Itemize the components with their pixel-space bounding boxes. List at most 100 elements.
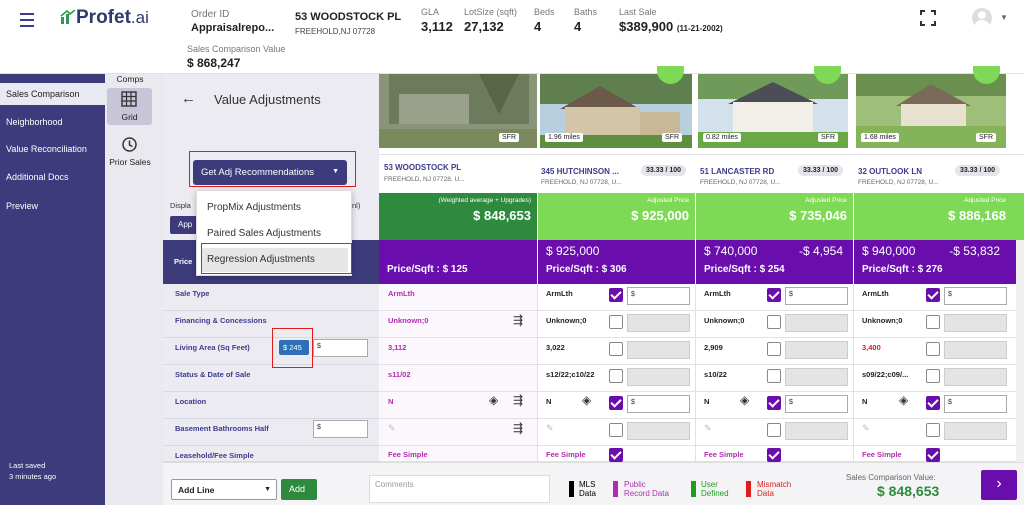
comp2-sale-type-checkbox[interactable] bbox=[767, 288, 781, 302]
comp2-adjusted-price: Adjusted Price $ 735,046 bbox=[695, 193, 853, 240]
sidebar-item-sales-comparison[interactable]: Sales Comparison bbox=[0, 83, 105, 105]
comp3-sale-type-input[interactable]: $ bbox=[944, 287, 1007, 305]
add-line-select[interactable]: Add Line ▼ bbox=[171, 479, 277, 500]
address-line1: 53 WOODSTOCK PL bbox=[295, 11, 402, 23]
comp1-status-checkbox[interactable] bbox=[609, 369, 623, 383]
comp3-leasehold-checkbox[interactable] bbox=[926, 448, 940, 462]
chevron-down-icon[interactable]: ▼ bbox=[1000, 13, 1008, 22]
living-area-adj-input[interactable]: $ bbox=[313, 339, 368, 357]
comp1-financing-checkbox[interactable] bbox=[609, 315, 623, 329]
comp3-status-checkbox[interactable] bbox=[926, 369, 940, 383]
comp3-score: 33.33 / 100 bbox=[955, 165, 1001, 176]
sidebar-item-value-reconciliation[interactable]: Value Reconciliation bbox=[0, 138, 105, 160]
footer-scv-label: Sales Comparison Value: bbox=[846, 473, 936, 482]
grid-view-button[interactable]: Grid bbox=[107, 88, 152, 125]
comp1-living-checkbox[interactable] bbox=[609, 342, 623, 356]
comp1-address: FREEHOLD, NJ 07728, U... bbox=[541, 179, 622, 186]
comp3-location-checkbox[interactable] bbox=[926, 396, 940, 410]
comp2-financing-checkbox[interactable] bbox=[767, 315, 781, 329]
copy-to-comps-icon[interactable]: ⇶ bbox=[513, 421, 523, 435]
edit-icon[interactable]: ✎ bbox=[546, 423, 554, 434]
subject-adjusted-price: (Weighted average + Upgrades) $ 848,653 bbox=[379, 193, 537, 240]
comp3-basement-checkbox[interactable] bbox=[926, 423, 940, 437]
comp2-leasehold-checkbox[interactable] bbox=[767, 448, 781, 462]
comp3-price-cell: $ 940,000 -$ 53,832 Price/Sqft : $ 276 bbox=[853, 240, 1024, 284]
row-label-location: Location bbox=[175, 397, 207, 406]
order-id-value: Appraisalrepo... bbox=[191, 22, 275, 34]
comp2-living-checkbox[interactable] bbox=[767, 342, 781, 356]
comp1-sale-type: ArmLth bbox=[546, 289, 573, 298]
comp1-leasehold-checkbox[interactable] bbox=[609, 448, 623, 462]
vertical-scrollbar[interactable] bbox=[1016, 240, 1024, 462]
comp1-leasehold: Fee Simple bbox=[546, 450, 586, 459]
back-arrow-icon[interactable]: ← bbox=[181, 90, 196, 107]
comp3-financing-input bbox=[944, 314, 1007, 332]
location-pin-icon[interactable]: ◈ bbox=[582, 393, 591, 407]
top-header: Profet.ai Order ID Appraisalrepo... 53 W… bbox=[0, 0, 1024, 74]
menu-item-propmix[interactable]: PropMix Adjustments bbox=[197, 196, 353, 220]
edit-icon[interactable]: ✎ bbox=[862, 423, 870, 434]
comp1-name[interactable]: 345 HUTCHINSON ... bbox=[541, 167, 619, 176]
location-pin-icon[interactable]: ◈ bbox=[740, 393, 749, 407]
edit-icon[interactable]: ✎ bbox=[704, 423, 712, 434]
comp3-adj-value: $ 886,168 bbox=[948, 208, 1006, 223]
comp2-basement-checkbox[interactable] bbox=[767, 423, 781, 437]
address-line2: FREEHOLD,NJ 07728 bbox=[295, 27, 376, 36]
location-pin-icon[interactable]: ◈ bbox=[899, 393, 908, 407]
comp1-sale-type-input[interactable]: $ bbox=[627, 287, 690, 305]
comp2-sale-type-input[interactable]: $ bbox=[785, 287, 848, 305]
basement-adj-input[interactable]: $ bbox=[313, 420, 368, 438]
comp1-status-input bbox=[627, 368, 690, 386]
next-button[interactable]: › bbox=[981, 470, 1017, 500]
comp2-ppsf: Price/Sqft : $ 254 bbox=[704, 264, 785, 275]
comments-textarea[interactable]: Comments bbox=[369, 475, 550, 503]
fullscreen-icon[interactable] bbox=[920, 10, 936, 26]
comp2-adj-value: $ 735,046 bbox=[789, 208, 847, 223]
sidebar-item-additional-docs[interactable]: Additional Docs bbox=[0, 166, 105, 188]
comp1-sale-type-checkbox[interactable] bbox=[609, 288, 623, 302]
legend-swatch-mls bbox=[569, 481, 574, 497]
comp3-living-checkbox[interactable] bbox=[926, 342, 940, 356]
add-button[interactable]: Add bbox=[281, 479, 317, 500]
comp1-status-date: s12/22;c10/22 bbox=[546, 370, 595, 379]
subject-photo: SFR bbox=[379, 74, 537, 148]
comp2-location-input[interactable]: $ bbox=[785, 395, 848, 413]
comp2-status-input bbox=[785, 368, 848, 386]
comp1-location-input[interactable]: $ bbox=[627, 395, 690, 413]
comp2-price: $ 740,000 bbox=[704, 244, 758, 258]
edit-icon[interactable]: ✎ bbox=[388, 423, 396, 434]
sidebar-item-neighborhood[interactable]: Neighborhood bbox=[0, 111, 105, 133]
comp2-status-checkbox[interactable] bbox=[767, 369, 781, 383]
copy-to-comps-icon[interactable]: ⇶ bbox=[513, 313, 523, 327]
comp2-address: FREEHOLD, NJ 07728, U... bbox=[700, 179, 781, 186]
comp2-miles: 0.82 miles bbox=[703, 133, 741, 142]
comp3-sale-type-checkbox[interactable] bbox=[926, 288, 940, 302]
menu-icon[interactable] bbox=[20, 13, 34, 31]
chevron-right-icon: › bbox=[996, 475, 1002, 492]
display-label: Displa bbox=[170, 201, 191, 210]
comp3-adjusted-price: Adjusted Price $ 886,168 bbox=[853, 193, 1024, 240]
location-pin-icon[interactable]: ◈ bbox=[489, 393, 498, 407]
history-icon[interactable] bbox=[121, 136, 138, 153]
comp3-financing-checkbox[interactable] bbox=[926, 315, 940, 329]
subject-name[interactable]: 53 WOODSTOCK PL bbox=[384, 163, 461, 172]
sidebar-item-preview[interactable]: Preview bbox=[0, 195, 105, 217]
comp3-location-input[interactable]: $ bbox=[944, 395, 1007, 413]
row-label-financing: Financing & Concessions bbox=[175, 316, 267, 325]
comp1-type-badge: SFR bbox=[662, 133, 682, 142]
subject-location: N bbox=[388, 397, 394, 406]
comp1-basement-checkbox[interactable] bbox=[609, 423, 623, 437]
avatar[interactable] bbox=[972, 8, 992, 28]
comp3-name[interactable]: 32 OUTLOOK LN bbox=[858, 167, 922, 176]
legend-swatch-mismatch bbox=[746, 481, 751, 497]
comp2-diff: -$ 4,954 bbox=[798, 244, 843, 258]
lotsize-value: 27,132 bbox=[464, 19, 504, 34]
subject-address: FREEHOLD, NJ 07728, U... bbox=[384, 176, 465, 183]
comp2-location-checkbox[interactable] bbox=[767, 396, 781, 410]
comp1-location-checkbox[interactable] bbox=[609, 396, 623, 410]
comp1-ppsf: Price/Sqft : $ 306 bbox=[546, 264, 627, 275]
prior-sales-label[interactable]: Prior Sales bbox=[105, 157, 155, 167]
comp2-name[interactable]: 51 LANCASTER RD bbox=[700, 167, 774, 176]
comp2-sale-type: ArmLth bbox=[704, 289, 731, 298]
copy-to-comps-icon[interactable]: ⇶ bbox=[513, 393, 523, 407]
